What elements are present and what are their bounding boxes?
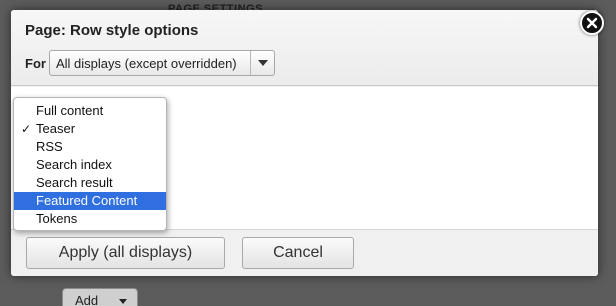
- chevron-down-icon: [258, 60, 268, 66]
- close-button[interactable]: [580, 11, 604, 35]
- caret-down-icon: [119, 299, 127, 304]
- add-label: Add: [75, 293, 99, 306]
- cancel-button[interactable]: Cancel: [242, 237, 354, 269]
- dialog-header: Page: Row style options For All displays…: [11, 10, 598, 86]
- dropdown-option[interactable]: Tokens: [14, 210, 166, 228]
- background-link: [0, 170, 10, 180]
- dropdown-option[interactable]: RSS: [14, 138, 166, 156]
- row-style-options-list: Full content ✓ Teaser RSS Search index Search…: [13, 97, 167, 231]
- select-arrow-button[interactable]: [250, 51, 274, 75]
- background-link: [0, 240, 10, 250]
- dropdown-option-label: RSS: [36, 139, 63, 154]
- dropdown-option-label: Search index: [36, 157, 112, 172]
- background-link: [0, 112, 10, 122]
- dropdown-option[interactable]: Featured Content: [14, 192, 166, 210]
- for-label: For: [25, 56, 46, 71]
- background-link: [0, 88, 10, 98]
- close-icon: [586, 17, 598, 29]
- display-override-value: All displays (except overridden): [56, 56, 237, 71]
- dropdown-option-label: Teaser: [36, 121, 76, 136]
- dropdown-option[interactable]: Search index: [14, 156, 166, 174]
- dropdown-option-label: Search result: [36, 175, 113, 190]
- dropdown-option[interactable]: Search result: [14, 174, 166, 192]
- dropdown-option-label: Full content: [36, 103, 104, 118]
- dropdown-option[interactable]: Full content: [14, 102, 166, 120]
- apply-button[interactable]: Apply (all displays): [26, 237, 225, 269]
- dropdown-option-label: Featured Content: [36, 193, 138, 208]
- display-override-select[interactable]: All displays (except overridden): [49, 50, 275, 76]
- dropdown-option-label: Tokens: [36, 211, 78, 226]
- checkmark-icon: ✓: [21, 122, 32, 136]
- background-add-button[interactable]: Add: [62, 288, 138, 306]
- background-link: [0, 265, 10, 275]
- dropdown-option[interactable]: ✓ Teaser: [14, 120, 166, 138]
- dialog-title: Page: Row style options: [25, 22, 199, 39]
